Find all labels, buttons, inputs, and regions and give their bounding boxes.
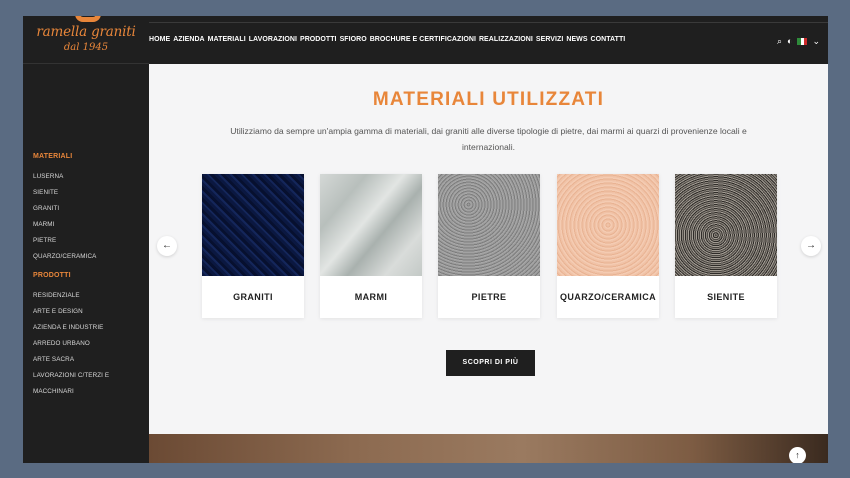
material-image-sienite [675, 174, 777, 276]
language-flag-icon[interactable] [797, 37, 808, 45]
material-label: QUARZO/CERAMICA [560, 292, 656, 302]
material-label: SIENITE [707, 292, 745, 302]
material-card-quarzo[interactable]: QUARZO/CERAMICA [557, 174, 659, 318]
discover-more-button[interactable]: SCOPRI DI PIÙ [446, 350, 535, 376]
theme-toggle-icon[interactable]: ◐ [787, 36, 792, 46]
material-card-marmi[interactable]: MARMI [320, 174, 422, 318]
sidebar-item-quarzo[interactable]: QUARZO/CERAMICA [33, 253, 96, 260]
sidebar-item-marmi[interactable]: MARMI [33, 221, 55, 228]
material-card-sienite[interactable]: SIENITE [675, 174, 777, 318]
sidebar-heading-materiali[interactable]: MATERIALI [33, 153, 72, 160]
sidebar-item-arredo-urbano[interactable]: ARREDO URBANO [33, 340, 90, 347]
sidebar-item-arte-design[interactable]: ARTE E DESIGN [33, 308, 83, 315]
nav-materiali[interactable]: MATERIALI [208, 36, 246, 43]
material-card-pietre[interactable]: PIETRE [438, 174, 540, 318]
search-icon[interactable]: ⌕ [777, 36, 782, 46]
scroll-to-top-button[interactable]: ↑ [789, 447, 806, 463]
nav-home[interactable]: HOME [149, 36, 170, 43]
sidebar-item-arte-sacra[interactable]: ARTE SACRA [33, 356, 74, 363]
material-image-graniti [202, 174, 304, 276]
material-label: MARMI [354, 292, 388, 302]
nav-prodotti[interactable]: PRODOTTI [300, 36, 337, 43]
sidebar-item-azienda-industrie[interactable]: AZIENDA E INDUSTRIE [33, 324, 103, 331]
chevron-down-icon[interactable]: ⌄ [812, 36, 820, 46]
material-label: GRANITI [233, 292, 273, 302]
material-image-marmi [320, 174, 422, 276]
arrow-left-icon: ← [162, 240, 172, 251]
site-header: ramella graniti dal 1945 HOME AZIENDA MA… [23, 16, 828, 64]
nav-bar: HOME AZIENDA MATERIALI LAVORAZIONI PRODO… [149, 22, 828, 63]
carousel-prev-button[interactable]: ← [157, 236, 177, 256]
browser-viewport: ramella graniti dal 1945 HOME AZIENDA MA… [23, 16, 828, 463]
sidebar-item-lavorazioni-terzi[interactable]: LAVORAZIONI C/TERZI E [33, 372, 109, 379]
sidebar-item-residenziale[interactable]: RESIDENZIALE [33, 292, 80, 299]
logo-year: dal 1945 [63, 42, 109, 53]
arrow-up-icon: ↑ [795, 450, 800, 460]
nav-azienda[interactable]: AZIENDA [173, 36, 204, 43]
material-image-quarzo [557, 174, 659, 276]
sidebar-item-graniti[interactable]: GRANITI [33, 205, 59, 212]
sidebar-item-sienite[interactable]: SIENITE [33, 189, 58, 196]
header-tools: ⌕ ◐ ⌄ [777, 36, 820, 46]
nav-news[interactable]: NEWS [566, 36, 587, 43]
carousel-next-button[interactable]: → [801, 236, 821, 256]
nav-servizi[interactable]: SERVIZI [536, 36, 563, 43]
hero-image-strip [149, 434, 828, 463]
material-image-pietre [438, 174, 540, 276]
nav-realizzazioni[interactable]: REALIZZAZIONI [479, 36, 533, 43]
nav-contatti[interactable]: CONTATTI [591, 36, 626, 43]
logo[interactable]: ramella graniti dal 1945 [23, 16, 149, 64]
material-label: PIETRE [471, 292, 507, 302]
sidebar-item-luserna[interactable]: LUSERNA [33, 173, 63, 180]
material-card-graniti[interactable]: GRANITI [202, 174, 304, 318]
logo-name: ramella graniti [36, 24, 136, 40]
arrow-right-icon: → [806, 240, 816, 251]
sidebar-heading-prodotti[interactable]: PRODOTTI [33, 272, 71, 279]
nav-lavorazioni[interactable]: LAVORAZIONI [249, 36, 297, 43]
nav-brochure[interactable]: BROCHURE E CERTIFICAZIONI [370, 36, 476, 43]
logo-mark-icon [75, 16, 101, 22]
page-title: MATERIALI UTILIZZATI [372, 89, 605, 110]
flag-stripe-red [804, 37, 808, 45]
sidebar: MATERIALI LUSERNA SIENITE GRANITI MARMI … [23, 64, 149, 463]
sidebar-item-pietre[interactable]: PIETRE [33, 237, 56, 244]
main-nav: HOME AZIENDA MATERIALI LAVORAZIONI PRODO… [149, 36, 625, 43]
main-content: MATERIALI UTILIZZATI Utilizziamo da semp… [149, 64, 828, 434]
nav-sfioro[interactable]: SFIORO [340, 36, 367, 43]
page-subtitle: Utilizziamo da sempre un'ampia gamma di … [230, 126, 747, 152]
sidebar-item-macchinari[interactable]: MACCHINARI [33, 388, 74, 395]
